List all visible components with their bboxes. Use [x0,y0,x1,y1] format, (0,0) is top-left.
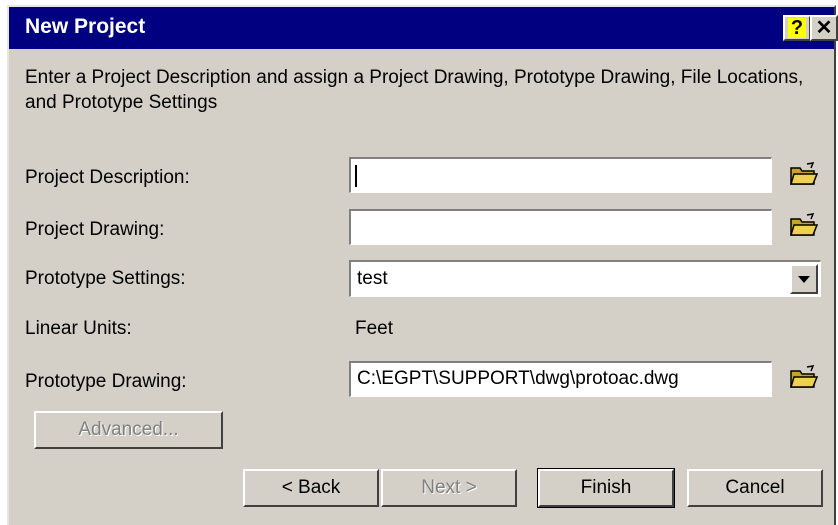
window-title: New Project [25,15,146,38]
next-button[interactable]: Next > [381,469,517,507]
prototype-drawing-label: Prototype Drawing: [25,371,187,392]
text-caret [355,165,357,187]
back-button[interactable]: < Back [243,469,379,507]
close-icon: ✕ [815,17,833,39]
close-button[interactable]: ✕ [810,15,838,41]
title-bar[interactable]: New Project ? ✕ [9,7,838,49]
prototype-settings-label: Prototype Settings: [25,268,186,289]
prototype-settings-value: test [357,268,388,289]
project-drawing-label: Project Drawing: [25,219,165,240]
browse-folder-icon[interactable] [789,213,819,239]
help-button[interactable]: ? [783,15,811,41]
new-project-dialog: New Project ? ✕ Enter a Project Descript… [7,5,838,525]
cancel-button[interactable]: Cancel [687,469,823,507]
prototype-settings-dropdown[interactable]: test [349,260,821,297]
chevron-down-icon[interactable] [790,264,818,294]
instructions-text: Enter a Project Description and assign a… [25,67,804,113]
advanced-button[interactable]: Advanced... [34,411,223,449]
linear-units-label: Linear Units: [25,318,132,339]
project-description-input[interactable] [349,157,772,193]
browse-folder-icon[interactable] [789,162,819,188]
prototype-drawing-input[interactable]: C:\EGPT\SUPPORT\dwg\protoac.dwg [349,361,772,397]
browse-folder-icon[interactable] [789,365,819,391]
linear-units-value: Feet [355,318,394,339]
project-description-label: Project Description: [25,167,190,188]
help-icon: ? [788,18,806,38]
finish-button[interactable]: Finish [537,468,675,508]
project-drawing-input[interactable] [349,209,772,245]
